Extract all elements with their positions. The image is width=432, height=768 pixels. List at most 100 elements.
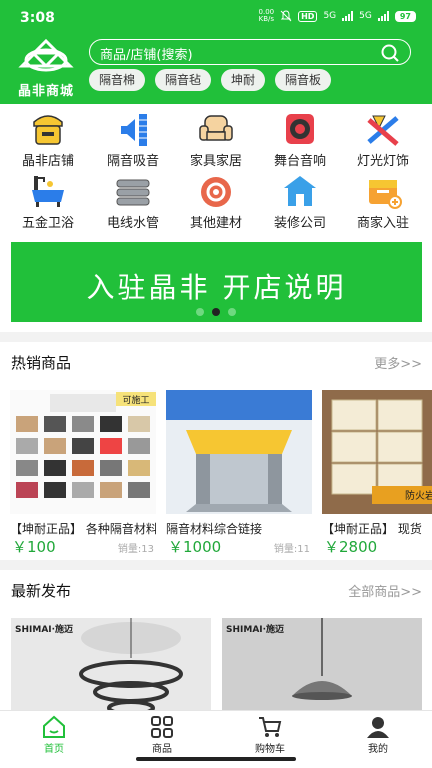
product-price: ￥2800	[324, 538, 378, 556]
brand-tag: SHIMAI·施迈	[15, 625, 74, 635]
category-item-lighting[interactable]: 灯光灯饰	[340, 108, 426, 170]
carousel-dot-active[interactable]	[212, 308, 220, 316]
category-label: 五金卫浴	[21, 216, 74, 231]
speaker-icon	[121, 114, 147, 146]
category-item-decoration-company[interactable]: 装修公司	[257, 170, 343, 232]
net-speed: 0.00 KB/s	[259, 9, 275, 23]
product-sales: 销量:13	[117, 544, 154, 555]
product-name: 【坤耐正品】 各种隔音材料	[10, 522, 156, 536]
pipes-icon	[116, 179, 150, 206]
image-caption: 可施工	[122, 394, 149, 406]
product-card[interactable]: 防火岩 【坤耐正品】 现货 ￥2800	[322, 390, 432, 556]
house-icon	[284, 176, 316, 206]
app-screen: 3:08 0.00 KB/s HD 5G 5G 97 晶非商城 商品/店铺(搜索…	[0, 0, 432, 768]
hd-badge: HD	[298, 10, 318, 22]
sofa-icon	[199, 115, 233, 141]
new-product-card[interactable]: SHIMAI·施迈	[11, 618, 211, 710]
product-card[interactable]: 隔音材料综合链接 ￥1000 销量:11	[166, 390, 312, 556]
category-label: 商家入驻	[356, 216, 409, 231]
box-icon	[369, 180, 402, 209]
category-label: 晶非店铺	[21, 154, 74, 169]
user-icon	[367, 717, 389, 738]
logo-icon	[18, 38, 74, 72]
banner-text: 入驻晶非 开店说明	[86, 271, 347, 304]
keyword-chip[interactable]: 隔音板	[275, 69, 332, 91]
header: 晶非商城 商品/店铺(搜索) 隔音棉 隔音毡 坤耐 隔音板	[0, 36, 432, 104]
cart-icon	[259, 717, 282, 737]
battery-indicator: 97	[394, 10, 416, 22]
banner-carousel: 入驻晶非 开店说明	[0, 232, 432, 332]
nav-label: 购物车	[255, 744, 285, 755]
category-label: 电线水管	[106, 216, 159, 231]
product-name: 【坤耐正品】 现货	[322, 522, 422, 536]
category-grid: 晶非店铺 隔音吸音 家具家居 舞台音响 灯光灯饰 五金卫浴 电线水管 其他建材 …	[0, 104, 432, 232]
logo-text: 晶非商城	[17, 84, 74, 99]
category-item-soundproof[interactable]: 隔音吸音	[90, 108, 176, 170]
gear-icon	[201, 177, 231, 207]
home-indicator	[136, 757, 296, 761]
category-item-stage-audio[interactable]: 舞台音响	[257, 108, 343, 170]
bathtub-icon	[32, 176, 64, 207]
product-sales: 销量:11	[273, 544, 310, 555]
image-caption: 防火岩	[405, 489, 432, 502]
category-item-other-materials[interactable]: 其他建材	[173, 170, 259, 232]
signal-icon-2	[377, 11, 389, 21]
carousel-dots	[0, 308, 432, 316]
category-item-hardware-bath[interactable]: 五金卫浴	[5, 170, 91, 232]
keyword-chip[interactable]: 坤耐	[221, 69, 266, 91]
new-releases-list: SHIMAI·施迈 SHIMAI·施迈	[0, 610, 432, 710]
product-price: ￥100	[12, 538, 56, 556]
section-title: 热销商品	[11, 354, 72, 372]
stage-speaker-icon	[286, 114, 314, 144]
more-link[interactable]: 更多>>	[374, 353, 422, 372]
carousel-dot[interactable]	[228, 308, 236, 316]
hot-products-header: 热销商品 更多>>	[0, 342, 432, 382]
product-image: 防火岩	[322, 390, 432, 514]
new-releases-header: 最新发布 全部商品>>	[0, 570, 432, 610]
nav-profile[interactable]: 我的	[324, 715, 432, 755]
status-icons: 0.00 KB/s HD 5G 5G 97	[259, 9, 416, 23]
nav-home[interactable]: 首页	[0, 715, 108, 755]
category-item-merchant-join[interactable]: 商家入驻	[340, 170, 426, 232]
nav-label: 首页	[44, 744, 64, 755]
category-label: 家具家居	[189, 154, 242, 169]
status-time: 3:08	[20, 10, 55, 26]
grid-icon	[151, 716, 173, 738]
signal-icon	[342, 11, 354, 21]
carousel-dot[interactable]	[196, 308, 204, 316]
nav-label: 商品	[152, 744, 172, 755]
product-price: ￥1000	[168, 538, 222, 556]
keyword-chip[interactable]: 隔音棉	[89, 69, 146, 91]
product-image	[166, 390, 312, 514]
nav-products[interactable]: 商品	[108, 715, 216, 755]
status-bar: 3:08 0.00 KB/s HD 5G 5G 97	[0, 0, 432, 36]
shop-icon	[33, 115, 63, 145]
logo[interactable]: 晶非商城	[12, 38, 80, 99]
new-product-card[interactable]: SHIMAI·施迈	[222, 618, 422, 710]
product-image: 可施工	[10, 390, 156, 514]
category-label: 隔音吸音	[106, 154, 159, 169]
category-item-furniture[interactable]: 家具家居	[173, 108, 259, 170]
product-card[interactable]: 可施工 【坤耐正品】 各种隔音材料 ￥100 销量:13	[10, 390, 156, 556]
lamp-icon	[367, 115, 399, 146]
all-products-link[interactable]: 全部商品>>	[348, 581, 422, 600]
category-label: 装修公司	[273, 216, 326, 231]
category-label: 其他建材	[189, 216, 242, 231]
keyword-chip[interactable]: 隔音毡	[155, 69, 212, 91]
category-label: 舞台音响	[273, 154, 326, 169]
section-title: 最新发布	[11, 582, 72, 600]
category-label: 灯光灯饰	[356, 154, 409, 169]
category-item-wire-pipe[interactable]: 电线水管	[90, 170, 176, 232]
hot-products-list: 可施工 【坤耐正品】 各种隔音材料 ￥100 销量:13 隔音材料综合链接 ￥1…	[0, 382, 432, 560]
home-icon	[43, 715, 65, 738]
category-item-shop[interactable]: 晶非店铺	[5, 108, 91, 170]
search-icon[interactable]	[380, 43, 400, 63]
network-5g-label-2: 5G	[359, 11, 372, 21]
network-5g-label: 5G	[323, 11, 337, 21]
nav-cart[interactable]: 购物车	[216, 715, 324, 755]
net-speed-unit: KB/s	[258, 15, 275, 23]
hot-keyword-chips: 隔音棉 隔音毡 坤耐 隔音板	[89, 69, 332, 91]
product-name: 隔音材料综合链接	[166, 522, 263, 536]
search-input[interactable]: 商品/店铺(搜索)	[89, 39, 411, 65]
brand-tag: SHIMAI·施迈	[226, 625, 285, 635]
